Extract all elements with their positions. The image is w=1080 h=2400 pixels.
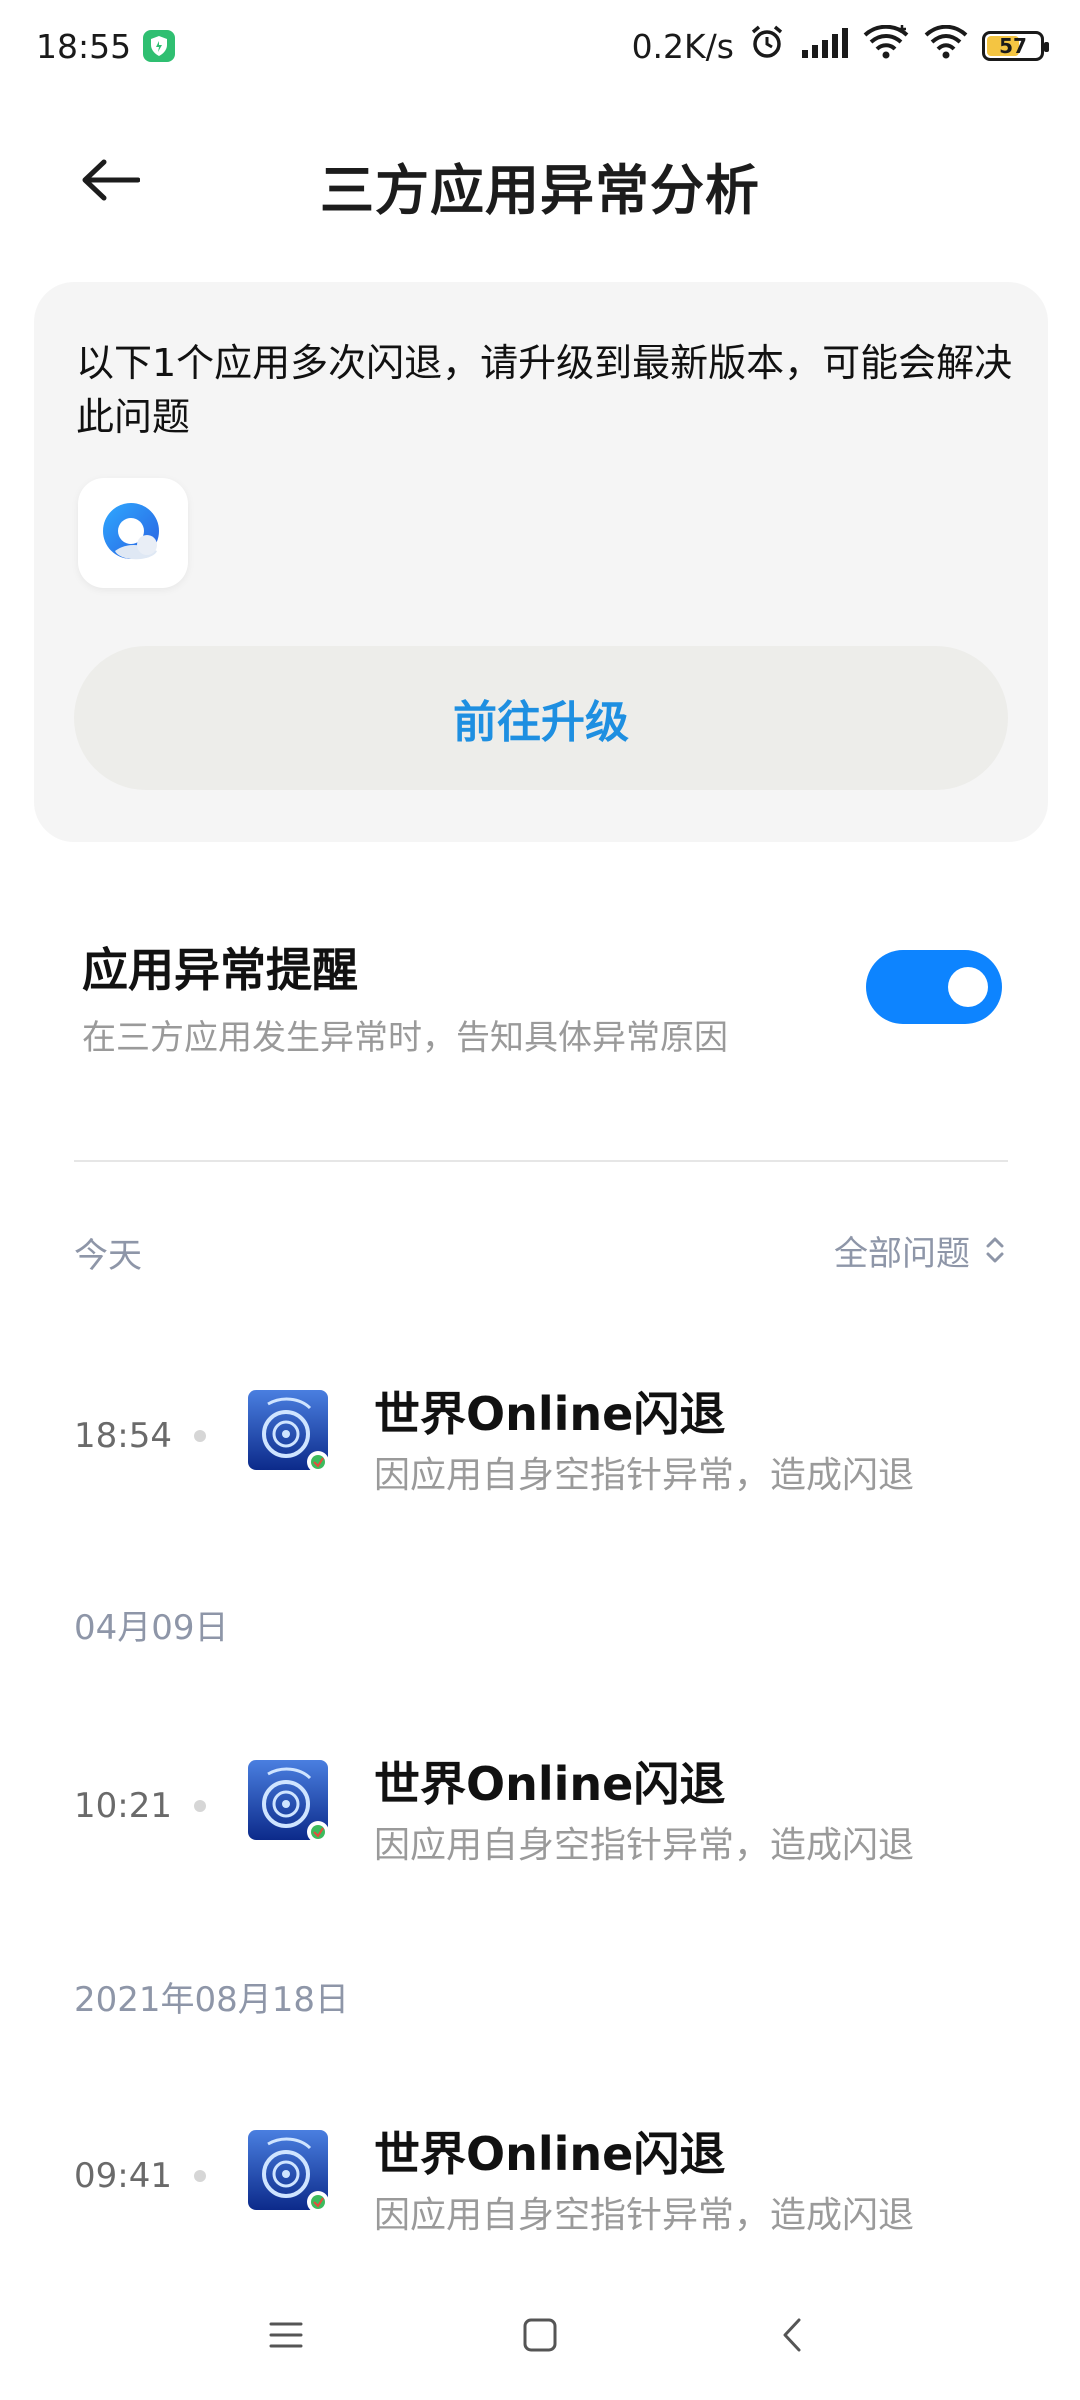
alert-setting-title: 应用异常提醒 <box>82 943 358 997</box>
record-title: 世界Online闪退 <box>374 2127 726 2181</box>
wifi-icon <box>924 24 968 67</box>
home-button[interactable] <box>500 2300 580 2370</box>
timeline-dot <box>194 1430 206 1442</box>
home-icon <box>523 2318 557 2352</box>
record-description: 因应用自身空指针异常，造成闪退 <box>374 1825 915 1866</box>
world-online-app-icon <box>248 2130 329 2213</box>
status-right: 0.2K/s 57 <box>631 23 1049 69</box>
alert-setting-row[interactable]: 应用异常提醒 在三方应用发生异常时，告知具体异常原因 <box>0 930 1080 1080</box>
upgrade-card: 以下1个应用多次闪退，请升级到最新版本，可能会解决此问题 前往升级 <box>34 282 1048 842</box>
status-left: 18:55 <box>36 26 176 66</box>
filter-dropdown-label: 全部问题 <box>834 1233 970 1274</box>
alarm-icon <box>748 23 786 69</box>
crash-record[interactable]: 10:21 世界Online闪退 因应用自身空指针异常，造成闪退 <box>0 1740 1080 1870</box>
navigation-bar <box>0 2290 1080 2380</box>
timeline-dot <box>194 2170 206 2182</box>
signal-icon <box>800 27 848 66</box>
record-time: 09:41 <box>74 2156 172 2196</box>
filter-dropdown[interactable]: 全部问题 <box>834 1220 1006 1280</box>
upgrade-button[interactable]: 前往升级 <box>74 646 1008 790</box>
network-speed: 0.2K/s <box>631 26 734 66</box>
timeline-dot <box>194 1800 206 1812</box>
record-title: 世界Online闪退 <box>374 1387 726 1441</box>
record-description: 因应用自身空指针异常，造成闪退 <box>374 2195 915 2236</box>
back-icon <box>783 2318 801 2352</box>
chevron-up-down-icon <box>986 1237 1004 1263</box>
wifi-plus-icon <box>862 24 910 67</box>
menu-button[interactable] <box>246 2300 326 2370</box>
world-online-app-icon <box>248 1760 329 1843</box>
crash-record[interactable]: 18:54 世界Online闪退 因应用自身空指针异常，造成闪退 <box>0 1370 1080 1500</box>
status-time: 18:55 <box>36 26 132 66</box>
alert-toggle[interactable] <box>866 950 1002 1024</box>
date-header: 2021年08月18日 <box>74 1980 350 2020</box>
record-description: 因应用自身空指针异常，造成闪退 <box>374 1455 915 1496</box>
browser-app-icon[interactable] <box>78 478 188 588</box>
battery-cap <box>1044 42 1049 52</box>
alert-setting-description: 在三方应用发生异常时，告知具体异常原因 <box>82 1018 728 1058</box>
record-time: 18:54 <box>74 1416 172 1456</box>
battery-icon: 57 <box>982 31 1049 61</box>
nav-back-button[interactable] <box>752 2300 832 2370</box>
battery-level: 57 <box>999 34 1027 58</box>
world-online-app-icon <box>248 1390 329 1473</box>
status-bar: 18:55 0.2K/s 57 <box>0 0 1080 92</box>
menu-icon <box>269 2322 303 2348</box>
header: 三方应用异常分析 <box>0 120 1080 240</box>
toggle-knob <box>948 967 988 1007</box>
crash-record[interactable]: 09:41 世界Online闪退 因应用自身空指针异常，造成闪退 <box>0 2110 1080 2240</box>
upgrade-message: 以下1个应用多次闪退，请升级到最新版本，可能会解决此问题 <box>76 341 1013 439</box>
page-title: 三方应用异常分析 <box>320 159 760 222</box>
record-time: 10:21 <box>74 1786 172 1826</box>
shield-icon <box>143 30 176 62</box>
record-title: 世界Online闪退 <box>374 1757 726 1811</box>
section-label-today: 今天 <box>74 1236 142 1276</box>
divider <box>74 1160 1008 1162</box>
date-header: 04月09日 <box>74 1608 229 1648</box>
